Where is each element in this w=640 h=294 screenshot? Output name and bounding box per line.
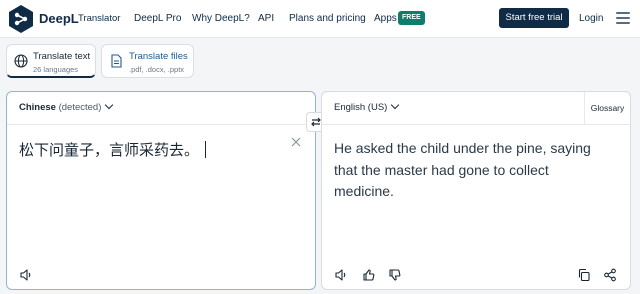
glossary-button[interactable]: Glossary (584, 92, 630, 125)
source-language-label: Chinese (19, 102, 56, 113)
target-language-label: English (US) (334, 102, 388, 113)
hamburger-menu-icon[interactable] (616, 12, 630, 24)
brand-name[interactable]: DeepL (39, 11, 79, 26)
tab-translate-text[interactable]: Translate text 26 languages (6, 44, 96, 78)
chevron-down-icon (391, 100, 400, 110)
globe-icon (14, 54, 28, 68)
text-caret (205, 141, 207, 158)
copy-icon[interactable] (577, 268, 591, 282)
thumbs-down-icon[interactable] (388, 268, 402, 282)
source-language-selector[interactable]: Chinese (detected) (19, 100, 114, 113)
translation-output: He asked the child under the pine, sayin… (334, 140, 591, 199)
start-free-trial-button[interactable]: Start free trial (499, 8, 569, 28)
nav-why-deepl[interactable]: Why DeepL? (192, 13, 250, 24)
source-panel-header: Chinese (detected) (7, 92, 315, 125)
tab-translate-files-title: Translate files (129, 51, 188, 62)
source-panel: Chinese (detected) 松下问童子，言师采药去。 (6, 91, 316, 290)
thumbs-up-icon[interactable] (362, 268, 376, 282)
target-panel-header: English (US) Glossary (322, 92, 630, 125)
nav-deepl-pro[interactable]: DeepL Pro (134, 13, 181, 24)
document-icon (111, 54, 122, 68)
deepl-logo-icon[interactable] (6, 4, 36, 34)
target-language-selector[interactable]: English (US) (334, 100, 400, 113)
share-icon[interactable] (603, 268, 617, 282)
source-text-input[interactable]: 松下问童子，言师采药去。 (19, 139, 207, 160)
close-icon[interactable] (290, 136, 302, 148)
speaker-icon[interactable] (19, 268, 33, 282)
brand-subtitle[interactable]: Translator (78, 13, 120, 24)
tab-translate-files[interactable]: Translate files .pdf, .docx, .pptx (101, 44, 194, 78)
speaker-icon[interactable] (334, 268, 348, 282)
source-text: 松下问童子，言师采药去。 (19, 141, 200, 159)
detected-label: (detected) (58, 102, 102, 113)
login-link[interactable]: Login (579, 13, 603, 24)
tab-translate-files-subtitle: .pdf, .docx, .pptx (129, 65, 185, 74)
nav-plans-and-pricing[interactable]: Plans and pricing (289, 13, 366, 24)
top-navigation-bar: DeepL Translator DeepL Pro Why DeepL? AP… (0, 0, 640, 38)
tab-translate-text-title: Translate text (33, 51, 91, 62)
nav-apps[interactable]: Apps (374, 13, 397, 24)
apps-free-badge: FREE (398, 11, 425, 25)
tab-translate-text-subtitle: 26 languages (33, 65, 79, 74)
nav-api[interactable]: API (258, 13, 274, 24)
target-panel: English (US) Glossary He asked the child… (321, 91, 631, 290)
chevron-down-icon (105, 100, 114, 110)
